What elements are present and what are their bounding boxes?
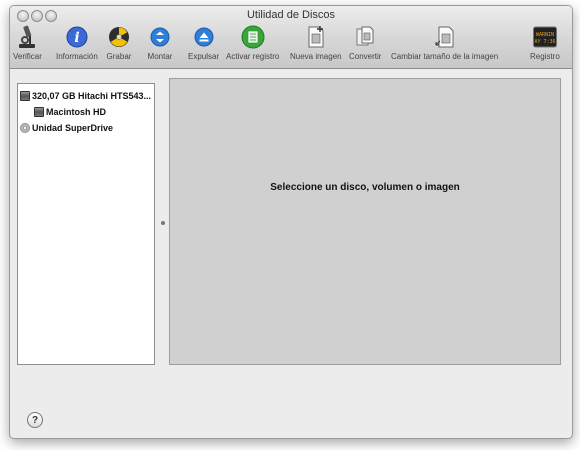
microscope-icon (14, 24, 40, 50)
log-label: Registro (530, 52, 560, 61)
convert-label: Convertir (349, 52, 382, 61)
mount-button[interactable]: Montar (147, 24, 173, 66)
disk-list-sidebar[interactable]: 320,07 GB Hitachi HTS543... Macintosh HD… (17, 83, 155, 365)
resize-image-button[interactable]: Cambiar tamaño de la imagen (391, 24, 498, 66)
info-label: Información (56, 52, 98, 61)
eject-label: Expulsar (188, 52, 220, 61)
convert-button[interactable]: Convertir (349, 24, 381, 66)
enable-log-icon (240, 24, 266, 50)
sidebar-item-label: Unidad SuperDrive (32, 123, 114, 133)
help-button[interactable]: ? (27, 412, 43, 428)
convert-icon (352, 24, 378, 50)
log-button[interactable]: WARNIN AY 7:36 Registro (530, 24, 560, 66)
verify-label: Verificar (13, 52, 42, 61)
svg-text:i: i (74, 30, 79, 46)
optical-drive-icon (20, 123, 30, 133)
hard-drive-icon (20, 91, 30, 101)
disk-utility-window: Utilidad de Discos Verificar i Informaci… (9, 5, 573, 439)
detail-panel: Seleccione un disco, volumen o imagen (169, 78, 561, 365)
burn-icon (106, 24, 132, 50)
sidebar-item-label: 320,07 GB Hitachi HTS543... (32, 91, 152, 101)
title-bar: Utilidad de Discos Verificar i Informaci… (10, 6, 572, 69)
help-label: ? (31, 414, 39, 426)
svg-text:WARNIN: WARNIN (536, 32, 554, 38)
svg-text:AY 7:36: AY 7:36 (534, 39, 555, 45)
volume-icon (34, 107, 44, 117)
enable-log-label: Activar registro (226, 52, 280, 61)
mount-label: Montar (147, 52, 173, 61)
info-icon: i (64, 24, 90, 50)
burn-label: Grabar (106, 52, 132, 61)
burn-button[interactable]: Grabar (106, 24, 132, 66)
sidebar-item-label: Macintosh HD (46, 107, 107, 117)
new-image-icon (303, 24, 329, 50)
enable-log-button[interactable]: Activar registro (226, 24, 279, 66)
resize-image-icon (432, 24, 458, 50)
new-image-button[interactable]: Nueva imagen (290, 24, 342, 66)
log-icon: WARNIN AY 7:36 (532, 24, 558, 50)
eject-icon (191, 24, 217, 50)
empty-selection-message: Seleccione un disco, volumen o imagen (270, 182, 460, 193)
sidebar-item-macintosh-hd[interactable]: Macintosh HD (34, 105, 106, 119)
info-button[interactable]: i Información (56, 24, 98, 66)
sidebar-item-superdrive[interactable]: Unidad SuperDrive (20, 121, 113, 135)
new-image-label: Nueva imagen (290, 52, 342, 61)
verify-button[interactable]: Verificar (13, 24, 42, 66)
resize-image-label: Cambiar tamaño de la imagen (391, 52, 499, 61)
window-title: Utilidad de Discos (246, 9, 336, 21)
split-view-handle[interactable] (161, 221, 165, 225)
mount-icon (147, 24, 173, 50)
eject-button[interactable]: Expulsar (188, 24, 219, 66)
sidebar-item-hitachi-disk[interactable]: 320,07 GB Hitachi HTS543... (20, 89, 151, 103)
